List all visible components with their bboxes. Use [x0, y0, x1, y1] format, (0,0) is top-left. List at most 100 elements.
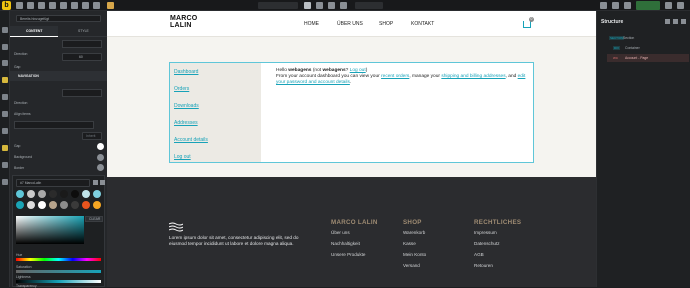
- code-icon[interactable]: [82, 2, 89, 9]
- background-icon[interactable]: [2, 111, 8, 117]
- effects-icon[interactable]: [2, 162, 8, 168]
- exit-icon[interactable]: [665, 2, 672, 9]
- builder-logo-icon[interactable]: b: [2, 1, 11, 10]
- color-name-input[interactable]: #7 MarcoLalin: [16, 179, 90, 187]
- color-swatch[interactable]: [16, 201, 24, 209]
- background-color-dot[interactable]: [97, 143, 104, 150]
- footer-link-impressum[interactable]: Impressum: [474, 230, 497, 235]
- nav-home[interactable]: HOME: [304, 21, 319, 27]
- add-element-icon[interactable]: [16, 2, 23, 9]
- tab-style[interactable]: STYLE: [58, 26, 107, 37]
- footer-link-versand[interactable]: Versand: [403, 263, 420, 268]
- edit-icon[interactable]: [2, 77, 8, 83]
- collapse-icon[interactable]: [673, 19, 678, 24]
- justify-content-buttons[interactable]: [14, 121, 94, 129]
- woo-icon[interactable]: [107, 2, 114, 9]
- nav-direction-buttons[interactable]: [62, 89, 102, 97]
- search-input[interactable]: Bereits hinzugefügt: [16, 15, 101, 22]
- navigation-section-header[interactable]: NAVIGATION: [10, 71, 107, 81]
- undo-icon[interactable]: [600, 2, 607, 9]
- gap-input[interactable]: 60: [62, 53, 102, 61]
- width-input[interactable]: [355, 2, 383, 9]
- color-swatch[interactable]: [27, 201, 35, 209]
- expand-icon[interactable]: [665, 19, 670, 24]
- footer-link-kasse[interactable]: Kasse: [403, 241, 416, 246]
- position-icon[interactable]: [2, 94, 8, 100]
- nav-kontakt[interactable]: KONTAKT: [411, 21, 434, 27]
- save-button[interactable]: [636, 1, 660, 10]
- structure-item-section[interactable]: SECTION Section: [601, 35, 687, 42]
- color-swatch[interactable]: [49, 201, 57, 209]
- edit-color-icon[interactable]: [93, 180, 98, 185]
- box-shadow-settings-icon[interactable]: [97, 164, 104, 171]
- color-menu-icon[interactable]: [100, 180, 105, 185]
- menu-addresses[interactable]: Addresses: [174, 120, 198, 126]
- footer-link-warenkorb[interactable]: Warenkorb: [403, 230, 425, 235]
- revisions-icon[interactable]: [93, 2, 100, 9]
- color-swatch[interactable]: [38, 190, 46, 198]
- cart-icon[interactable]: [523, 21, 531, 28]
- site-logo[interactable]: MARCO LALIN: [170, 15, 197, 29]
- close-icon[interactable]: [681, 19, 686, 24]
- color-swatch[interactable]: [93, 190, 101, 198]
- nav-ueber-uns[interactable]: ÜBER UNS: [337, 21, 363, 27]
- nav-shop[interactable]: SHOP: [379, 21, 393, 27]
- color-swatch[interactable]: [82, 201, 90, 209]
- templates-icon[interactable]: [49, 2, 56, 9]
- spacing-icon[interactable]: [2, 44, 8, 50]
- color-swatch[interactable]: [16, 190, 24, 198]
- layout-icon[interactable]: [2, 27, 8, 33]
- footer-link-agb[interactable]: AGB: [474, 252, 484, 257]
- color-swatch[interactable]: [82, 190, 90, 198]
- footer-link-retouren[interactable]: Retouren: [474, 263, 493, 268]
- color-swatch[interactable]: [71, 190, 79, 198]
- color-swatch[interactable]: [71, 201, 79, 209]
- layers-icon[interactable]: [27, 2, 34, 9]
- addresses-link[interactable]: shipping and billing addresses: [441, 74, 505, 79]
- structure-item-account-page[interactable]: WC Account - Page: [607, 54, 689, 62]
- settings-icon[interactable]: [38, 2, 45, 9]
- saturation-slider[interactable]: [16, 270, 101, 273]
- clear-button[interactable]: CLEAR: [85, 216, 103, 222]
- more-icon[interactable]: [677, 2, 684, 9]
- hue-slider[interactable]: [16, 258, 101, 261]
- footer-link-datenschutz[interactable]: Datenschutz: [474, 241, 500, 246]
- history-icon[interactable]: [71, 2, 78, 9]
- menu-dashboard[interactable]: Dashboard: [174, 69, 198, 75]
- pencil-icon[interactable]: [2, 145, 8, 151]
- pages-icon[interactable]: [60, 2, 67, 9]
- saturation-square[interactable]: [16, 216, 84, 244]
- breakpoint-select[interactable]: [258, 2, 298, 9]
- menu-log-out[interactable]: Log out: [174, 154, 191, 160]
- color-swatch[interactable]: [27, 190, 35, 198]
- border-icon[interactable]: [2, 128, 8, 134]
- lightness-slider[interactable]: [16, 280, 101, 283]
- footer-link-nachhaltigkeit[interactable]: Nachhaltigkeit: [331, 241, 360, 246]
- tab-content[interactable]: CONTENT: [10, 26, 58, 37]
- menu-account-details[interactable]: Account details: [174, 137, 208, 143]
- nav-gap-input[interactable]: Inherit: [82, 132, 102, 140]
- menu-orders[interactable]: Orders: [174, 86, 189, 92]
- desktop-icon[interactable]: [304, 2, 311, 9]
- mobile-icon[interactable]: [340, 2, 347, 9]
- footer-link-ueber-uns[interactable]: Über uns: [331, 230, 350, 235]
- footer-link-mein-konto[interactable]: Mein Konto: [403, 252, 426, 257]
- footer-link-produkte[interactable]: Unsere Produkte: [331, 252, 365, 257]
- recent-orders-link[interactable]: recent orders: [381, 74, 409, 79]
- border-settings-icon[interactable]: [97, 154, 104, 161]
- color-swatch[interactable]: [38, 201, 46, 209]
- preview-icon[interactable]: [624, 2, 631, 9]
- color-swatch[interactable]: [60, 190, 68, 198]
- conditions-icon[interactable]: [2, 179, 8, 185]
- tablet-portrait-icon[interactable]: [328, 2, 335, 9]
- color-swatch[interactable]: [93, 201, 101, 209]
- redo-icon[interactable]: [612, 2, 619, 9]
- direction-buttons[interactable]: [62, 40, 102, 48]
- color-swatch[interactable]: [49, 190, 57, 198]
- structure-item-container[interactable]: DIV Container: [601, 45, 687, 52]
- logout-link[interactable]: Log out: [350, 68, 366, 73]
- typography-icon[interactable]: [2, 60, 8, 66]
- color-swatch[interactable]: [60, 201, 68, 209]
- tablet-landscape-icon[interactable]: [316, 2, 323, 9]
- menu-downloads[interactable]: Downloads: [174, 103, 199, 109]
